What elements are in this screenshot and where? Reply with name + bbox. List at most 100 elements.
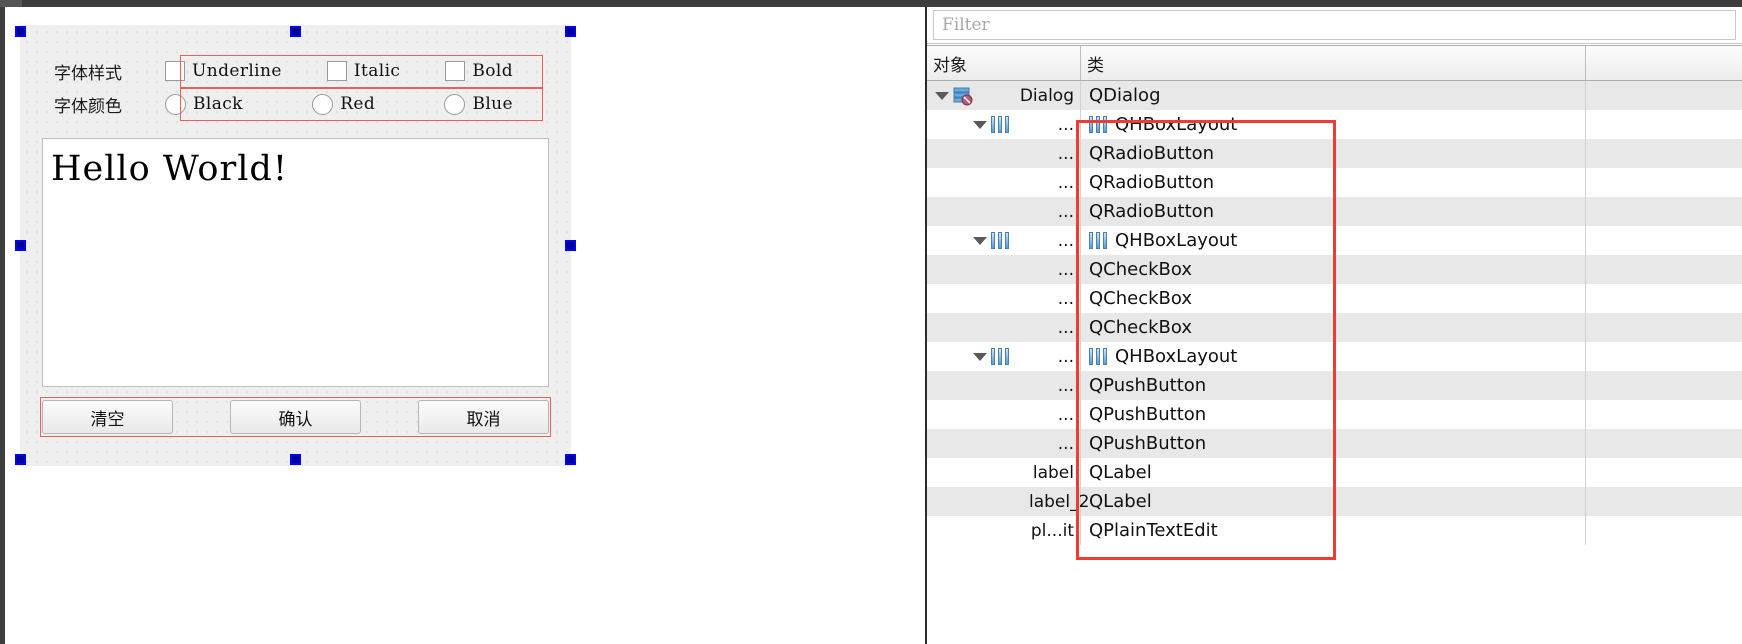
radio-black[interactable]: Black [165,93,243,115]
tree-row-class-cell[interactable]: QDialog [1081,81,1586,110]
tree-row-class-cell[interactable]: QRadioButton [1081,168,1586,197]
selection-handle-top-center[interactable] [290,26,301,37]
tree-row[interactable]: ... QPushButton [927,371,1742,400]
tree-row-class-cell[interactable]: QCheckBox [1081,313,1586,342]
checkbox-bold-label: Bold [472,61,513,81]
clear-button[interactable]: 清空 [42,400,173,434]
tree-row[interactable]: ... QPushButton [927,400,1742,429]
tree-row-object-cell[interactable]: ... [927,168,1081,197]
selection-handle-middle-right[interactable] [565,240,576,251]
checkbox-underline-box[interactable] [165,61,185,81]
column-header-class[interactable]: 类 [1081,46,1586,80]
tree-row-object-cell[interactable]: ... [927,342,1081,371]
radio-blue[interactable]: Blue [444,93,513,115]
tree-row-object-cell[interactable]: ... [927,139,1081,168]
selection-handle-middle-left[interactable] [15,240,26,251]
tree-row[interactable]: ... QRadioButton [927,197,1742,226]
tree-row-object-cell[interactable]: ... [927,371,1081,400]
screen-root: 字体样式 Underline Italic Bold 字体颜色 Black Re… [0,0,1742,644]
plain-text-edit-content: Hello World! [51,149,288,189]
checkbox-underline[interactable]: Underline [165,61,282,81]
checkbox-italic-box[interactable] [326,61,347,81]
object-tree[interactable]: Dialog QDialog... QHBoxLayout... QRadioButt… [927,81,1742,644]
chevron-down-icon[interactable] [973,236,987,245]
selection-handle-bottom-left[interactable] [15,454,26,465]
tree-row-object-cell[interactable]: label_2 [927,487,1089,516]
selection-handle-bottom-center[interactable] [290,454,301,465]
tree-row-object-cell[interactable]: ... [927,110,1081,139]
tree-row-object-cell[interactable]: ... [927,400,1081,429]
column-header-object[interactable]: 对象 [927,46,1081,80]
tree-row[interactable]: pl...it QPlainTextEdit [927,516,1742,545]
tree-row-object-cell[interactable]: label [927,458,1081,487]
form-design-canvas[interactable]: 字体样式 Underline Italic Bold 字体颜色 Black Re… [5,7,920,644]
window-title-strip-accent [0,0,22,7]
tree-row-class-cell[interactable]: QHBoxLayout [1081,342,1586,371]
tree-row-class-name: QPlainTextEdit [1089,520,1218,541]
tree-row-class-cell[interactable]: QPushButton [1081,429,1586,458]
tree-row[interactable]: label_2 QLabel [927,487,1742,516]
tree-row[interactable]: ... QHBoxLayout [927,110,1742,139]
tree-row[interactable]: ... QPushButton [927,429,1742,458]
filter-input[interactable]: Filter [933,10,1736,40]
tree-row-class-cell[interactable]: QPushButton [1081,371,1586,400]
tree-row[interactable]: ... QRadioButton [927,168,1742,197]
column-header-extra[interactable] [1586,46,1742,80]
tree-row[interactable]: ... QHBoxLayout [927,226,1742,255]
tree-row-class-cell[interactable]: QRadioButton [1081,197,1586,226]
tree-row-class-name: QLabel [1089,491,1152,512]
tree-row[interactable]: Dialog QDialog [927,81,1742,110]
tree-row-object-name: ... [1057,259,1074,280]
tree-row[interactable]: ... QRadioButton [927,139,1742,168]
tree-row[interactable]: ... QHBoxLayout [927,342,1742,371]
dialog-form-widget[interactable]: 字体样式 Underline Italic Bold 字体颜色 Black Re… [20,25,571,466]
checkbox-bold-box[interactable] [445,61,466,81]
radio-black-circle[interactable] [165,93,186,115]
tree-row-class-cell[interactable]: QHBoxLayout [1081,226,1586,255]
tree-row-object-cell[interactable]: ... [927,197,1081,226]
object-inspector-panel: Filter 对象 类 Dialog QDialog... QHBoxLayout.… [925,7,1742,644]
tree-row-object-cell[interactable]: ... [927,255,1081,284]
selection-handle-top-left[interactable] [15,26,26,37]
hbox-layout-icon [1089,348,1108,365]
tree-row-extra-cell [1586,139,1742,168]
tree-row-extra-cell [1586,255,1742,284]
tree-row-extra-cell [1586,110,1742,139]
chevron-down-icon[interactable] [973,120,987,129]
tree-row-class-cell[interactable]: QCheckBox [1081,255,1586,284]
chevron-down-icon[interactable] [935,91,949,100]
tree-row[interactable]: ... QCheckBox [927,313,1742,342]
tree-row-class-cell[interactable]: QCheckBox [1081,284,1586,313]
radio-blue-circle[interactable] [444,93,466,115]
selection-handle-top-right[interactable] [565,26,576,37]
tree-row-object-name: ... [1057,143,1074,164]
tree-row-object-cell[interactable]: Dialog [927,81,1081,110]
tree-row-class-name: QLabel [1089,462,1152,483]
tree-row[interactable]: ... QCheckBox [927,284,1742,313]
tree-row-object-cell[interactable]: pl...it [927,516,1081,545]
checkbox-bold[interactable]: Bold [445,61,513,81]
tree-row-object-cell[interactable]: ... [927,284,1081,313]
tree-row-extra-cell [1586,226,1742,255]
tree-row[interactable]: ... QCheckBox [927,255,1742,284]
tree-row-object-cell[interactable]: ... [927,226,1081,255]
tree-row-extra-cell [1586,342,1742,371]
tree-row-object-cell[interactable]: ... [927,313,1081,342]
cancel-button[interactable]: 取消 [418,400,549,434]
tree-row[interactable]: label QLabel [927,458,1742,487]
tree-row-class-cell[interactable]: QPlainTextEdit [1081,516,1586,545]
checkbox-italic[interactable]: Italic [326,61,400,81]
tree-row-object-cell[interactable]: ... [927,429,1081,458]
radio-red[interactable]: Red [312,93,375,115]
tree-row-class-cell[interactable]: QRadioButton [1081,139,1586,168]
tree-row-class-cell[interactable]: QPushButton [1081,400,1586,429]
tree-row-class-cell[interactable]: QLabel [1081,458,1586,487]
chevron-down-icon[interactable] [973,352,987,361]
tree-row-class-name: QCheckBox [1089,259,1192,280]
plain-text-edit[interactable]: Hello World! [42,138,549,387]
tree-row-class-cell[interactable]: QHBoxLayout [1081,110,1586,139]
radio-red-circle[interactable] [312,93,334,115]
selection-handle-bottom-right[interactable] [565,454,576,465]
confirm-button[interactable]: 确认 [230,400,361,434]
tree-row-class-cell[interactable]: QLabel [1081,487,1586,516]
